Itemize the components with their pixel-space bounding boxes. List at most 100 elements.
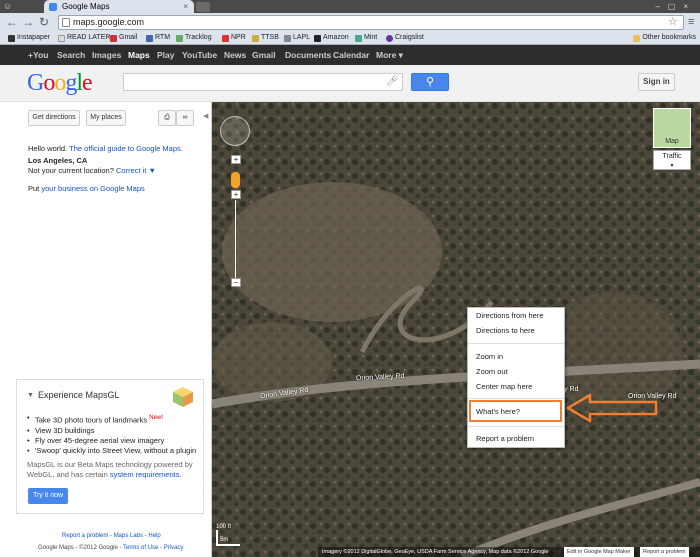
guide-link[interactable]: The official guide to Google Maps.: [69, 144, 183, 153]
zoom-slider[interactable]: [235, 200, 236, 278]
tab-title: Google Maps: [62, 2, 110, 11]
map-attribution: Imagery ©2012 DigitalGlobe, GeoEye, USDA…: [318, 547, 700, 557]
footer-links[interactable]: Report a problem - Maps Labs - Help: [62, 533, 161, 539]
tab-close-icon[interactable]: ×: [183, 0, 188, 13]
list-item: 'Swoop' quickly into Street View, withou…: [27, 446, 202, 456]
rtm-icon: [146, 34, 153, 42]
bookmark-item[interactable]: RTM: [146, 32, 170, 44]
edit-in-map-maker-link[interactable]: Edit in Google Map Maker: [564, 547, 634, 557]
bookmark-item[interactable]: LAPL: [284, 32, 310, 44]
google-logo[interactable]: Google: [27, 70, 93, 96]
folder-icon: [633, 34, 641, 42]
gbar-more-menu[interactable]: More ▾: [376, 45, 403, 65]
search-button[interactable]: ⚲: [411, 73, 449, 91]
bookmark-item[interactable]: Mint: [355, 32, 377, 44]
list-item: View 3D buildings: [27, 426, 202, 436]
gbar-link-search[interactable]: Search: [57, 45, 85, 65]
bookmark-item[interactable]: READ LATER: [58, 32, 110, 44]
menu-item-center-map[interactable]: Center map here: [476, 382, 532, 391]
gbar-link-documents[interactable]: Documents: [285, 45, 331, 65]
chevron-down-icon: ▼: [669, 163, 675, 169]
search-input[interactable]: [123, 73, 403, 91]
mapsgl-description: MapsGL is our Beta Maps technology power…: [27, 460, 193, 479]
gbar-link-images[interactable]: Images: [92, 45, 121, 65]
new-tab-button[interactable]: [196, 2, 210, 12]
bookmark-star-icon[interactable]: ☆: [668, 15, 678, 29]
satellite-imagery: [212, 102, 700, 557]
current-location: Los Angeles, CA: [28, 156, 88, 165]
list-item: Take 3D photo tours of landmarks New!: [27, 413, 202, 426]
sign-in-button[interactable]: Sign in: [638, 73, 675, 91]
collapse-panel-icon[interactable]: ◀: [203, 112, 208, 120]
menu-item-directions-to[interactable]: Directions to here: [476, 326, 535, 335]
list-item: Fly over 45-degree aerial view imagery: [27, 436, 202, 446]
bookmark-item[interactable]: Craigslist: [386, 32, 424, 44]
menu-divider: [468, 398, 564, 399]
bookmark-item[interactable]: Gmail: [110, 32, 137, 44]
bookmark-item[interactable]: TTSB: [252, 32, 279, 44]
gbar-link-calendar[interactable]: Calendar: [333, 45, 369, 65]
gbar-link-play[interactable]: Play: [157, 45, 175, 65]
business-prompt: Put your business on Google Maps: [28, 184, 145, 193]
npr-icon: [222, 34, 229, 42]
bookmark-item[interactable]: Amazon: [314, 32, 349, 44]
wrench-menu-icon[interactable]: ≡: [688, 15, 694, 29]
other-bookmarks[interactable]: Other bookmarks: [633, 32, 696, 44]
traffic-button[interactable]: Traffic ▼: [653, 150, 691, 170]
search-icon: ⚲: [425, 76, 435, 88]
pegman-icon[interactable]: [231, 172, 240, 188]
get-directions-button[interactable]: Get directions: [28, 110, 80, 126]
privacy-link[interactable]: Privacy: [164, 545, 184, 551]
page-icon: [58, 34, 65, 42]
zoom-out-button[interactable]: −: [231, 278, 241, 287]
back-arrow-icon[interactable]: ←: [6, 14, 18, 30]
google-bar: +You Search Images Maps Play YouTube New…: [0, 45, 700, 65]
business-link[interactable]: your business on Google Maps: [41, 184, 144, 193]
microphone-icon[interactable]: 🎤︎: [386, 75, 399, 88]
lapl-icon: [284, 34, 291, 42]
address-url: maps.google.com: [73, 17, 145, 27]
menu-item-zoom-out[interactable]: Zoom out: [476, 367, 508, 376]
bookmark-item[interactable]: Instapaper: [8, 32, 50, 44]
link-icon: ∞: [182, 114, 188, 121]
mapsgl-feature-list: Take 3D photo tours of landmarks New! Vi…: [27, 413, 202, 456]
menu-item-directions-from[interactable]: Directions from here: [476, 311, 544, 320]
browser-avatar-icon: ☺: [3, 1, 13, 11]
new-badge: New!: [149, 415, 163, 421]
print-button[interactable]: ⎙: [158, 110, 176, 126]
forward-arrow-icon[interactable]: →: [22, 14, 34, 30]
satellite-map[interactable]: [212, 102, 700, 557]
highlight-box: [469, 400, 562, 422]
map-report-problem-link[interactable]: Report a problem: [640, 547, 689, 557]
hello-text: Hello world. The official guide to Googl…: [28, 144, 183, 153]
reload-icon[interactable]: ↻: [38, 14, 50, 30]
zoom-plus-button[interactable]: +: [231, 190, 241, 199]
map-type-button[interactable]: Map: [653, 108, 691, 148]
system-requirements-link[interactable]: system requirements.: [110, 470, 182, 479]
gbar-link-maps[interactable]: Maps: [128, 45, 150, 65]
collapse-triangle-icon[interactable]: ▼: [27, 392, 34, 399]
terms-link[interactable]: Terms of Use: [123, 545, 158, 551]
menu-item-report-problem[interactable]: Report a problem: [476, 434, 534, 443]
gbar-link-gmail[interactable]: Gmail: [252, 45, 276, 65]
bookmark-item[interactable]: Tracklog: [176, 32, 212, 44]
window-controls[interactable]: –▢×: [655, 0, 696, 13]
menu-item-zoom-in[interactable]: Zoom in: [476, 352, 503, 361]
page-icon: [62, 18, 70, 27]
pan-control[interactable]: [220, 116, 250, 146]
browser-tab[interactable]: Google Maps ×: [44, 0, 194, 13]
gbar-link-you[interactable]: +You: [28, 45, 48, 65]
address-bar[interactable]: maps.google.com: [58, 15, 684, 30]
menu-divider: [468, 343, 564, 344]
try-it-now-button[interactable]: Try it now: [28, 488, 68, 504]
scale-bar: 5m: [216, 530, 240, 546]
gbar-link-youtube[interactable]: YouTube: [182, 45, 217, 65]
bookmark-icon: [8, 34, 15, 42]
correct-it-link[interactable]: Correct it ▼: [116, 166, 156, 175]
link-button[interactable]: ∞: [176, 110, 194, 126]
mint-icon: [355, 34, 362, 42]
my-places-button[interactable]: My places: [86, 110, 126, 126]
bookmark-item[interactable]: NPR: [222, 32, 246, 44]
zoom-in-button[interactable]: +: [231, 155, 241, 164]
gbar-link-news[interactable]: News: [224, 45, 246, 65]
